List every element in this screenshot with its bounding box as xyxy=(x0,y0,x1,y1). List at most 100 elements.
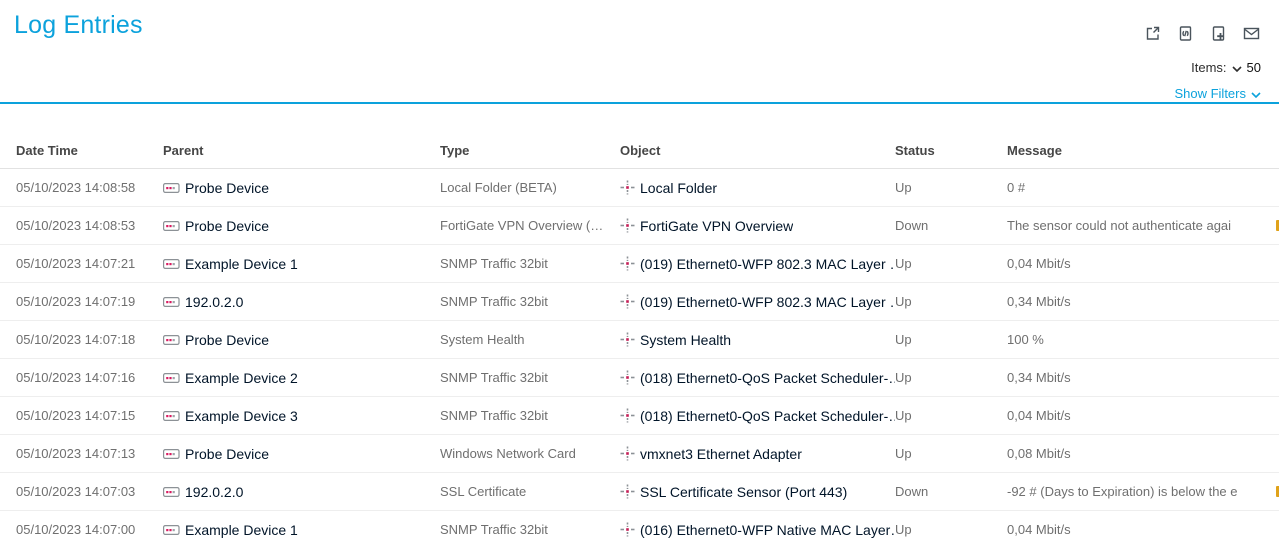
column-header-datetime[interactable]: Date Time xyxy=(16,143,163,158)
device-icon xyxy=(163,410,180,422)
parent-device-label: Example Device 3 xyxy=(185,408,298,424)
type-cell: FortiGate VPN Overview (… xyxy=(440,218,620,233)
accent-divider xyxy=(0,102,1279,104)
parent-device-link[interactable]: Example Device 1 xyxy=(163,256,440,272)
table-row: 05/10/2023 14:07:18 Probe Device System … xyxy=(0,321,1279,359)
parent-device-link[interactable]: Probe Device xyxy=(163,332,440,348)
status-cell: Up xyxy=(895,446,1007,461)
object-sensor-label: (019) Ethernet0-WFP 802.3 MAC Layer … xyxy=(640,256,895,272)
type-cell: SNMP Traffic 32bit xyxy=(440,408,620,423)
parent-device-link[interactable]: Example Device 1 xyxy=(163,522,440,538)
object-sensor-link[interactable]: (018) Ethernet0-QoS Packet Scheduler-… xyxy=(620,370,895,386)
message-cell: 0,04 Mbit/s xyxy=(1007,256,1279,271)
object-sensor-label: (018) Ethernet0-QoS Packet Scheduler-… xyxy=(640,408,895,424)
device-icon xyxy=(163,182,180,194)
datetime-cell: 05/10/2023 14:07:18 xyxy=(16,332,163,347)
sensor-icon xyxy=(620,446,635,461)
log-entries-page: Log Entries xyxy=(0,0,1279,543)
chevron-down-icon xyxy=(1251,86,1261,101)
parent-device-label: Probe Device xyxy=(185,332,269,348)
message-cell: 0,34 Mbit/s xyxy=(1007,294,1279,309)
table-row: 05/10/2023 14:07:00 Example Device 1 SNM… xyxy=(0,511,1279,543)
datetime-cell: 05/10/2023 14:07:15 xyxy=(16,408,163,423)
device-icon xyxy=(163,296,180,308)
open-external-icon[interactable] xyxy=(1143,24,1162,43)
object-sensor-link[interactable]: SSL Certificate Sensor (Port 443) xyxy=(620,484,895,500)
column-header-status[interactable]: Status xyxy=(895,143,1007,158)
table-row: 05/10/2023 14:08:58 Probe Device Local F… xyxy=(0,169,1279,207)
device-icon xyxy=(163,448,180,460)
table-row: 05/10/2023 14:07:03 192.0.2.0 SSL Certif… xyxy=(0,473,1279,511)
parent-device-label: 192.0.2.0 xyxy=(185,484,243,500)
status-cell: Up xyxy=(895,370,1007,385)
column-header-type[interactable]: Type xyxy=(440,143,620,158)
table-body: 05/10/2023 14:08:58 Probe Device Local F… xyxy=(0,169,1279,543)
parent-device-label: Example Device 1 xyxy=(185,256,298,272)
status-cell: Down xyxy=(895,218,1007,233)
column-header-object[interactable]: Object xyxy=(620,143,895,158)
status-cell: Up xyxy=(895,408,1007,423)
table-row: 05/10/2023 14:07:16 Example Device 2 SNM… xyxy=(0,359,1279,397)
message-cell: 0,04 Mbit/s xyxy=(1007,408,1279,423)
object-sensor-label: System Health xyxy=(640,332,731,348)
type-cell: SNMP Traffic 32bit xyxy=(440,370,620,385)
object-sensor-label: vmxnet3 Ethernet Adapter xyxy=(640,446,802,462)
message-cell: 0 # xyxy=(1007,180,1279,195)
parent-device-link[interactable]: 192.0.2.0 xyxy=(163,294,440,310)
datetime-cell: 05/10/2023 14:07:19 xyxy=(16,294,163,309)
status-cell: Down xyxy=(895,484,1007,499)
xml-export-icon[interactable] xyxy=(1176,24,1195,43)
datetime-cell: 05/10/2023 14:07:16 xyxy=(16,370,163,385)
status-cell: Up xyxy=(895,294,1007,309)
sensor-icon xyxy=(620,522,635,537)
object-sensor-label: FortiGate VPN Overview xyxy=(640,218,793,234)
object-sensor-link[interactable]: (018) Ethernet0-QoS Packet Scheduler-… xyxy=(620,408,895,424)
object-sensor-link[interactable]: (019) Ethernet0-WFP 802.3 MAC Layer … xyxy=(620,294,895,310)
show-filters-link[interactable]: Show Filters xyxy=(1174,86,1261,101)
datetime-cell: 05/10/2023 14:08:58 xyxy=(16,180,163,195)
type-cell: SNMP Traffic 32bit xyxy=(440,256,620,271)
column-header-parent[interactable]: Parent xyxy=(163,143,440,158)
datetime-cell: 05/10/2023 14:08:53 xyxy=(16,218,163,233)
object-sensor-link[interactable]: FortiGate VPN Overview xyxy=(620,218,895,234)
parent-device-label: Probe Device xyxy=(185,218,269,234)
sensor-icon xyxy=(620,294,635,309)
parent-device-link[interactable]: Probe Device xyxy=(163,180,440,196)
parent-device-link[interactable]: Probe Device xyxy=(163,218,440,234)
toolbar xyxy=(1143,24,1261,43)
object-sensor-link[interactable]: (019) Ethernet0-WFP 802.3 MAC Layer … xyxy=(620,256,895,272)
parent-device-label: Probe Device xyxy=(185,446,269,462)
message-cell: 0,04 Mbit/s xyxy=(1007,522,1279,537)
object-sensor-link[interactable]: System Health xyxy=(620,332,895,348)
parent-device-label: Example Device 1 xyxy=(185,522,298,538)
message-cell: 0,08 Mbit/s xyxy=(1007,446,1279,461)
table-row: 05/10/2023 14:07:21 Example Device 1 SNM… xyxy=(0,245,1279,283)
device-icon xyxy=(163,334,180,346)
items-per-page-control[interactable]: Items: 50 xyxy=(1191,60,1261,75)
table-header-row: Date Time Parent Type Object Status Mess… xyxy=(0,132,1279,169)
log-entries-table: Date Time Parent Type Object Status Mess… xyxy=(0,132,1279,543)
email-icon[interactable] xyxy=(1242,24,1261,43)
parent-device-label: Example Device 2 xyxy=(185,370,298,386)
column-header-message[interactable]: Message xyxy=(1007,143,1279,158)
type-cell: SSL Certificate xyxy=(440,484,620,499)
parent-device-link[interactable]: Probe Device xyxy=(163,446,440,462)
status-cell: Up xyxy=(895,256,1007,271)
object-sensor-link[interactable]: Local Folder xyxy=(620,180,895,196)
file-add-icon[interactable] xyxy=(1209,24,1228,43)
type-cell: System Health xyxy=(440,332,620,347)
datetime-cell: 05/10/2023 14:07:03 xyxy=(16,484,163,499)
object-sensor-link[interactable]: vmxnet3 Ethernet Adapter xyxy=(620,446,895,462)
chevron-down-icon xyxy=(1232,60,1242,75)
parent-device-link[interactable]: Example Device 3 xyxy=(163,408,440,424)
table-row: 05/10/2023 14:07:13 Probe Device Windows… xyxy=(0,435,1279,473)
object-sensor-label: (019) Ethernet0-WFP 802.3 MAC Layer … xyxy=(640,294,895,310)
datetime-cell: 05/10/2023 14:07:00 xyxy=(16,522,163,537)
parent-device-link[interactable]: Example Device 2 xyxy=(163,370,440,386)
type-cell: SNMP Traffic 32bit xyxy=(440,294,620,309)
sensor-icon xyxy=(620,218,635,233)
object-sensor-link[interactable]: (016) Ethernet0-WFP Native MAC Layer… xyxy=(620,522,895,538)
page-title: Log Entries xyxy=(14,11,143,40)
object-sensor-label: Local Folder xyxy=(640,180,717,196)
parent-device-link[interactable]: 192.0.2.0 xyxy=(163,484,440,500)
